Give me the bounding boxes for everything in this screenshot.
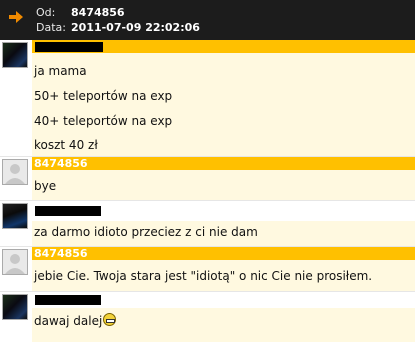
author-name: 8474856 [34,247,88,260]
message-header: Od: 8474856 Data: 2011-07-09 22:02:06 [0,0,415,40]
date-value: 2011-07-09 22:02:06 [71,21,200,34]
message-line: dawaj dalej [34,313,117,328]
message-line: bye [34,179,57,193]
arrow-right-icon[interactable] [8,9,24,25]
message-line: za darmo idioto przeciez z ci nie dam [34,225,258,239]
message-body: ja mama 50+ teleportów na exp 40+ telepo… [32,53,415,156]
from-label: Od: [36,6,56,19]
message-item: za darmo idioto przeciez z ci nie dam [0,201,415,247]
message-body: dawaj dalej [32,308,415,342]
message-line: koszt 40 zł [34,138,98,152]
redacted-name [35,295,101,305]
message-line: 40+ teleportów na exp [34,114,173,128]
author-bar [32,292,415,308]
avatar[interactable] [2,42,28,68]
message-line: ja mama [34,64,87,78]
redacted-name [35,42,103,52]
grin-emoji-icon [103,313,117,326]
user-silhouette-icon [5,254,25,274]
avatar[interactable] [2,203,28,229]
message-body: bye [32,170,415,200]
avatar[interactable] [2,294,28,320]
redacted-name [35,206,101,216]
author-bar [32,201,415,221]
message-item: 8474856 bye [0,157,415,201]
message-line: 50+ teleportów na exp [34,89,173,103]
message-item: dawaj dalej [0,292,415,342]
user-silhouette-icon [5,164,25,184]
date-label: Data: [36,21,66,34]
message-item: ja mama 50+ teleportów na exp 40+ telepo… [0,40,415,157]
author-bar: 8474856 [32,247,415,260]
avatar[interactable] [2,249,28,275]
message-item: 8474856 jebie Cie. Twoja stara jest "idi… [0,247,415,292]
author-name: 8474856 [34,157,88,170]
message-body: jebie Cie. Twoja stara jest "idiotą" o n… [32,260,415,291]
avatar[interactable] [2,159,28,185]
from-value: 8474856 [71,6,125,19]
message-text: dawaj dalej [34,314,103,328]
message-line: jebie Cie. Twoja stara jest "idiotą" o n… [34,269,373,283]
message-body: za darmo idioto przeciez z ci nie dam [32,221,415,246]
author-bar [32,40,415,53]
author-bar: 8474856 [32,157,415,170]
